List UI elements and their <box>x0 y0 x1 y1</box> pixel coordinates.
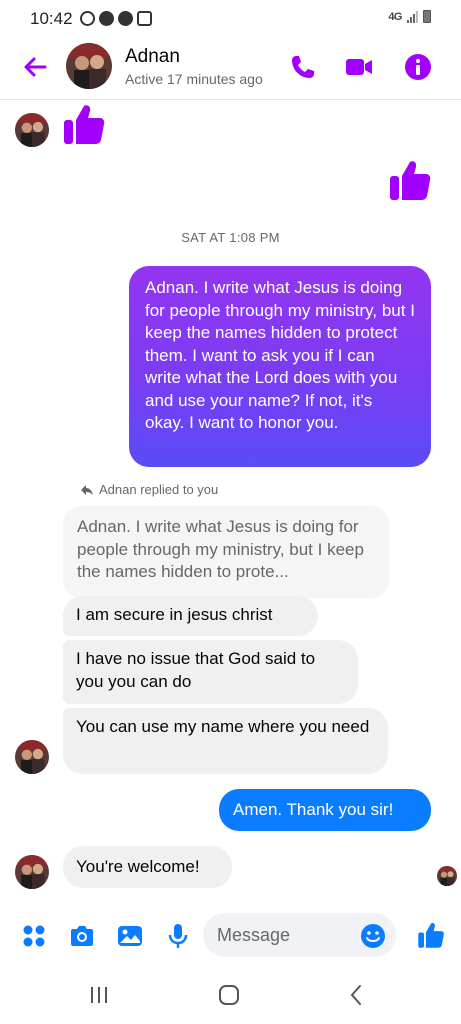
avatar[interactable] <box>66 43 112 89</box>
contact-name[interactable]: Adnan <box>125 46 180 68</box>
reply-note-text: Adnan replied to you <box>99 482 219 497</box>
read-receipt-avatar <box>437 866 457 886</box>
android-nav-bar <box>0 968 461 1024</box>
info-icon[interactable] <box>403 52 433 82</box>
status-bar: 10:42 4G <box>0 0 461 36</box>
messenger-icon <box>99 11 114 26</box>
outgoing-message[interactable]: Amen. Thank you sir! <box>219 789 431 831</box>
microphone-icon[interactable] <box>164 922 192 950</box>
reply-note: Adnan replied to you <box>80 482 218 497</box>
thumbs-up-icon <box>64 105 105 144</box>
incoming-message[interactable]: You can use my name where you need <box>63 708 388 774</box>
gallery-icon <box>137 11 152 26</box>
status-time: 10:42 <box>30 9 73 28</box>
thumbs-up-icon[interactable] <box>417 920 445 950</box>
notification-icons <box>80 11 152 26</box>
incoming-message[interactable]: You're welcome! <box>63 846 232 888</box>
signal-icon <box>407 10 418 23</box>
contact-status: Active 17 minutes ago <box>125 71 263 87</box>
avatar[interactable] <box>15 740 49 774</box>
incoming-message[interactable]: I have no issue that God said to you you… <box>63 640 358 704</box>
back-arrow-icon[interactable] <box>20 52 50 82</box>
message-timestamp: SAT AT 1:08 PM <box>181 230 280 245</box>
composer <box>0 910 461 960</box>
home-icon[interactable] <box>216 982 242 1008</box>
reply-arrow-icon <box>81 484 93 495</box>
recent-apps-icon[interactable] <box>86 982 112 1008</box>
network-type: 4G <box>388 10 402 23</box>
more-options-icon[interactable] <box>20 922 48 950</box>
camera-icon[interactable] <box>68 922 96 950</box>
outgoing-message[interactable]: Adnan. I write what Jesus is doing for p… <box>129 266 431 467</box>
messenger-icon <box>118 11 133 26</box>
avatar[interactable] <box>15 113 49 147</box>
battery-icon <box>423 10 431 23</box>
sync-icon <box>80 11 95 26</box>
thumbs-up-icon <box>390 161 431 200</box>
status-right: 4G <box>388 10 431 23</box>
chat-header: Adnan Active 17 minutes ago <box>0 36 461 100</box>
video-call-icon[interactable] <box>344 52 374 82</box>
quoted-message[interactable]: Adnan. I write what Jesus is doing for p… <box>63 506 389 598</box>
incoming-message[interactable]: I am secure in jesus christ <box>63 596 318 636</box>
gallery-icon[interactable] <box>116 922 144 950</box>
back-icon[interactable] <box>344 982 370 1008</box>
avatar[interactable] <box>15 855 49 889</box>
emoji-icon[interactable] <box>360 923 386 949</box>
phone-icon[interactable] <box>288 52 318 82</box>
